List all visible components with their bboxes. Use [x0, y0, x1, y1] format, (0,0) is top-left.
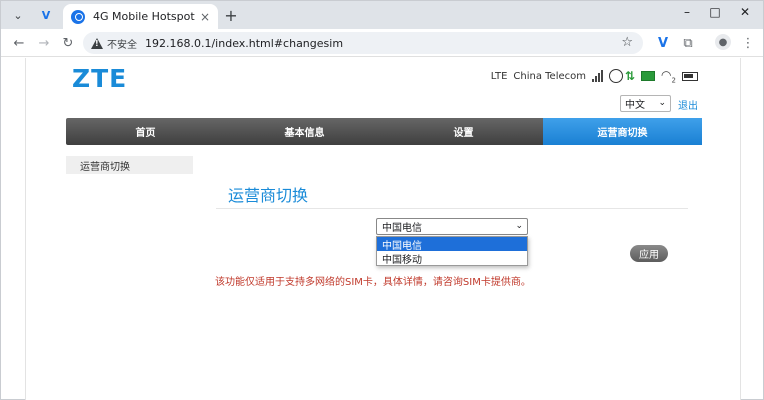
language-select[interactable]: 中文 ⌄ — [620, 95, 671, 112]
operator-selected: 中国电信 — [382, 223, 422, 234]
network-type: LTE — [490, 70, 508, 82]
option-china-telecom[interactable]: 中国电信 — [377, 237, 527, 252]
tab-title: 4G Mobile Hotspot — [93, 10, 195, 23]
info-note: 该功能仅适用于支持多网络的SIM卡，具体详情，请咨询SIM卡提供商。 — [215, 277, 531, 288]
minimize-button[interactable]: – — [677, 5, 697, 19]
battery-icon — [682, 71, 698, 81]
reload-icon[interactable]: ↻ — [59, 34, 77, 52]
warning-icon — [91, 37, 103, 49]
address-bar[interactable]: 不安全 192.168.0.1/index.html#changesim ☆ — [83, 32, 643, 54]
option-china-mobile[interactable]: 中国移动 — [377, 251, 527, 266]
browser-toolbar: ← → ↻ 不安全 192.168.0.1/index.html#changes… — [1, 29, 763, 57]
profile-avatar-icon[interactable]: ● — [715, 34, 731, 50]
zte-logo: ZTE — [72, 64, 128, 93]
operator-select[interactable]: 中国电信 ⌄ — [376, 218, 528, 235]
nav-operator-switch[interactable]: 运营商切换 — [543, 118, 702, 145]
tab-search-icon[interactable]: ⌄ — [9, 6, 27, 24]
chevron-down-icon: ⌄ — [515, 221, 523, 231]
new-tab-button[interactable]: + — [222, 6, 240, 25]
nav-home[interactable]: 首页 — [66, 118, 225, 145]
apply-button[interactable]: 应用 — [630, 245, 668, 262]
tab-close-icon[interactable]: × — [200, 10, 210, 24]
extension-v-icon[interactable]: V — [37, 6, 55, 24]
main-nav: 首页 基本信息 设置 运营商切换 — [66, 118, 702, 145]
insecure-label[interactable]: 不安全 — [107, 36, 137, 51]
tab-4g-hotspot[interactable]: 4G Mobile Hotspot × — [63, 4, 218, 29]
menu-kebab-icon[interactable]: ⋮ — [739, 34, 757, 52]
tab-strip: ⌄ V 4G Mobile Hotspot × + – □ ✕ — [1, 1, 763, 29]
signal-strength-icon — [591, 70, 603, 83]
site-favicon-icon — [71, 9, 85, 24]
chevron-down-icon: ⌄ — [658, 98, 666, 108]
carrier-name: China Telecom — [513, 70, 586, 82]
browser-window: ⌄ V 4G Mobile Hotspot × + – □ ✕ ← → ↻ 不安… — [0, 0, 764, 400]
data-transfer-icon: ⇅ — [624, 69, 636, 84]
url-text[interactable]: 192.168.0.1/index.html#changesim — [145, 37, 343, 50]
maximize-button[interactable]: □ — [705, 5, 725, 19]
wifi-clients-count: 2 — [671, 76, 676, 85]
sms-icon — [641, 71, 656, 82]
wifi-icon: ◠2 — [661, 68, 676, 85]
sidebar-item-operator-switch[interactable]: 运营商切换 — [66, 156, 193, 174]
close-window-button[interactable]: ✕ — [735, 5, 755, 19]
language-selected: 中文 — [625, 100, 645, 111]
router-web-page: ZTE LTE China Telecom ⇅ ◠2 中文 ⌄ 退出 首页 基本… — [25, 58, 741, 400]
forward-arrow-icon[interactable]: → — [35, 34, 53, 52]
title-divider — [216, 208, 688, 209]
globe-icon — [608, 69, 623, 84]
back-arrow-icon[interactable]: ← — [10, 34, 28, 52]
extension-v-icon[interactable]: V — [654, 34, 672, 52]
logout-link[interactable]: 退出 — [678, 97, 698, 112]
status-bar: LTE China Telecom ⇅ ◠2 — [491, 68, 698, 84]
bookmark-star-icon[interactable]: ☆ — [621, 35, 633, 50]
page-title: 运营商切换 — [228, 186, 309, 205]
operator-dropdown-list: 中国电信 中国移动 — [376, 236, 528, 266]
nav-basic-info[interactable]: 基本信息 — [225, 118, 384, 145]
nav-settings[interactable]: 设置 — [384, 118, 543, 145]
extensions-puzzle-icon[interactable]: ⧉ — [679, 34, 697, 52]
